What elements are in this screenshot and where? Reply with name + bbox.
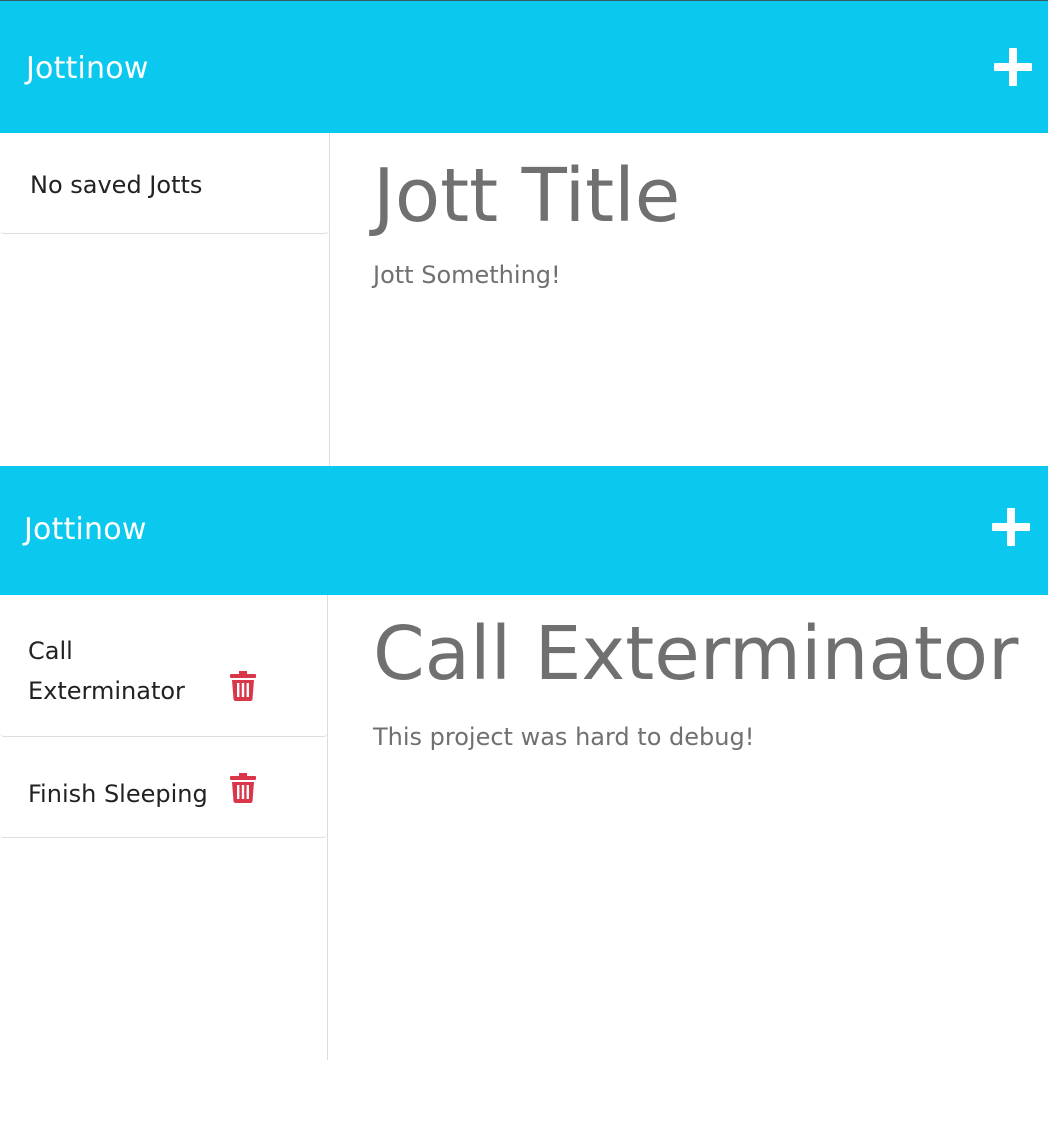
navbar: Jottinow bbox=[0, 0, 1048, 133]
list-item[interactable]: Call Exterminator bbox=[0, 595, 327, 737]
list-item-title[interactable]: Call Exterminator bbox=[28, 631, 208, 711]
brand-title[interactable]: Jottinow bbox=[26, 51, 149, 86]
app-panel-empty: Jottinow No saved Jotts Jott Title Jott … bbox=[0, 0, 1048, 466]
empty-list-message: No saved Jotts bbox=[0, 133, 329, 234]
jott-body-field[interactable]: This project was hard to debug! bbox=[373, 723, 754, 751]
list-item[interactable]: Finish Sleeping bbox=[0, 737, 327, 838]
add-jott-button[interactable] bbox=[994, 48, 1032, 86]
jott-title-field[interactable]: Call Exterminator bbox=[373, 617, 1018, 691]
app-panel-saved: Jottinow Call Exterminator Finish Sleepi… bbox=[0, 466, 1048, 1060]
jott-list-sidebar: No saved Jotts bbox=[0, 133, 330, 466]
trash-icon[interactable] bbox=[230, 773, 256, 803]
navbar: Jottinow bbox=[0, 466, 1048, 595]
jott-list-sidebar: Call Exterminator Finish Sleeping bbox=[0, 595, 328, 1060]
trash-icon-graphic bbox=[230, 671, 256, 701]
jott-body-field[interactable]: Jott Something! bbox=[373, 261, 561, 289]
brand-title[interactable]: Jottinow bbox=[24, 512, 147, 547]
trash-icon[interactable] bbox=[230, 671, 256, 701]
add-jott-button[interactable] bbox=[992, 508, 1030, 546]
jott-title-field[interactable]: Jott Title bbox=[373, 159, 680, 233]
list-item-title[interactable]: Finish Sleeping bbox=[28, 774, 208, 814]
trash-icon-graphic bbox=[230, 773, 256, 803]
